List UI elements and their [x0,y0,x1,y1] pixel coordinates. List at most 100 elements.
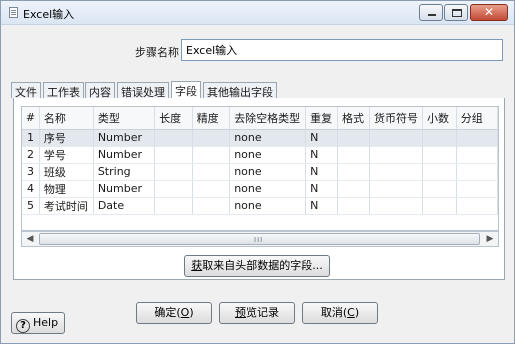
field-repeat-cell[interactable]: N [305,180,339,198]
field-group-cell[interactable] [456,197,498,215]
field-name-cell[interactable]: 物理 [39,180,94,198]
close-button[interactable]: ✕ [470,4,508,21]
field-currency-cell[interactable] [369,197,423,215]
field-precision-cell[interactable] [192,129,231,147]
ok-label: 确定( [154,306,181,319]
excel-input-dialog: Excel输入 ✕ 步骤名称 文件 工作表 内容 错误处理 字段 其他输出字段 … [0,0,515,344]
table-row[interactable]: 3 班级 String none N [22,163,498,181]
field-currency-cell[interactable] [369,163,423,181]
table-header-row: # 名称 类型 长度 精度 去除空格类型 重复 格式 货币符号 小数 分组 [22,107,498,130]
scrollbar-thumb[interactable]: III [39,233,480,245]
document-icon [9,7,18,18]
field-type-cell[interactable]: Date [93,197,156,215]
cancel-accelerator: C [347,306,355,319]
field-decimal-cell[interactable] [422,129,457,147]
table-row[interactable]: 1 序号 Number none N [22,129,498,147]
tab-fields[interactable]: 字段 [171,81,201,99]
cancel-button[interactable]: 取消(C) [302,302,378,324]
table-row[interactable]: 4 物理 Number none N [22,180,498,198]
field-type-cell[interactable]: String [93,163,156,181]
field-format-cell[interactable] [337,180,370,198]
tab-error-handling[interactable]: 错误处理 [117,82,169,99]
field-length-cell[interactable] [154,146,193,164]
column-header-type[interactable]: 类型 [93,107,156,130]
table-row[interactable]: 5 考试时间 Date none N [22,197,498,215]
column-header-repeat[interactable]: 重复 [305,107,339,130]
field-precision-cell[interactable] [192,146,231,164]
ok-button[interactable]: 确定(O) [136,302,212,324]
column-header-name[interactable]: 名称 [39,107,94,130]
field-repeat-cell[interactable]: N [305,197,339,215]
field-format-cell[interactable] [337,129,370,147]
column-header-precision[interactable]: 精度 [192,107,231,130]
scroll-left-icon[interactable]: ◀ [22,232,38,246]
field-group-cell[interactable] [456,163,498,181]
field-group-cell[interactable] [456,129,498,147]
help-icon: ? [16,319,30,333]
field-length-cell[interactable] [154,163,193,181]
field-currency-cell[interactable] [369,146,423,164]
field-trim-type-cell[interactable]: none [229,163,307,181]
row-index: 3 [22,163,40,181]
tab-content[interactable]: 内容 [85,82,115,99]
field-trim-type-cell[interactable]: none [229,180,307,198]
field-name-cell[interactable]: 学号 [39,146,94,164]
get-fields-from-header-button[interactable]: 获取来自头部数据的字段... [184,255,330,277]
field-decimal-cell[interactable] [422,180,457,198]
field-precision-cell[interactable] [192,163,231,181]
column-header-length[interactable]: 长度 [154,107,193,130]
row-index: 2 [22,146,40,164]
field-repeat-cell[interactable]: N [305,146,339,164]
cancel-label: 取消( [320,306,348,319]
field-trim-type-cell[interactable]: none [229,146,307,164]
scroll-right-icon[interactable]: ▶ [482,232,498,246]
column-header-group[interactable]: 分组 [456,107,498,130]
field-precision-cell[interactable] [192,180,231,198]
field-format-cell[interactable] [337,163,370,181]
field-type-cell[interactable]: Number [93,180,156,198]
field-repeat-cell[interactable]: N [305,163,339,181]
tab-file[interactable]: 文件 [11,82,41,99]
ok-label-end: ) [189,306,194,319]
tab-additional-output-fields[interactable]: 其他输出字段 [203,82,277,99]
column-header-index[interactable]: # [22,107,40,130]
field-name-cell[interactable]: 班级 [39,163,94,181]
field-trim-type-cell[interactable]: none [229,197,307,215]
row-index: 5 [22,197,40,215]
field-format-cell[interactable] [337,146,370,164]
column-header-trim-type[interactable]: 去除空格类型 [229,107,307,130]
column-header-decimal[interactable]: 小数 [422,107,457,130]
horizontal-scrollbar[interactable]: ◀ III ▶ [21,231,499,247]
field-currency-cell[interactable] [369,129,423,147]
field-type-cell[interactable]: Number [93,129,156,147]
field-precision-cell[interactable] [192,197,231,215]
field-decimal-cell[interactable] [422,163,457,181]
help-button[interactable]: ? Help [11,312,65,334]
column-header-currency[interactable]: 货币符号 [369,107,423,130]
window-title: Excel输入 [23,8,75,21]
field-group-cell[interactable] [456,146,498,164]
field-name-cell[interactable]: 序号 [39,129,94,147]
field-group-cell[interactable] [456,180,498,198]
step-name-input[interactable] [181,39,503,61]
fields-table[interactable]: # 名称 类型 长度 精度 去除空格类型 重复 格式 货币符号 小数 分组 1 … [21,106,499,231]
field-decimal-cell[interactable] [422,146,457,164]
field-format-cell[interactable] [337,197,370,215]
maximize-button[interactable] [444,4,468,21]
field-length-cell[interactable] [154,129,193,147]
preview-records-button[interactable]: 预览记录 [219,302,295,324]
row-index: 4 [22,180,40,198]
minimize-button[interactable] [419,4,443,21]
field-currency-cell[interactable] [369,180,423,198]
table-row[interactable]: 2 学号 Number none N [22,146,498,164]
field-trim-type-cell[interactable]: none [229,129,307,147]
tab-sheets[interactable]: 工作表 [43,82,84,99]
field-decimal-cell[interactable] [422,197,457,215]
field-name-cell[interactable]: 考试时间 [39,197,94,215]
field-length-cell[interactable] [154,180,193,198]
scrollbar-grip: III [254,236,264,244]
field-length-cell[interactable] [154,197,193,215]
field-type-cell[interactable]: Number [93,146,156,164]
field-repeat-cell[interactable]: N [305,129,339,147]
column-header-format[interactable]: 格式 [337,107,370,130]
